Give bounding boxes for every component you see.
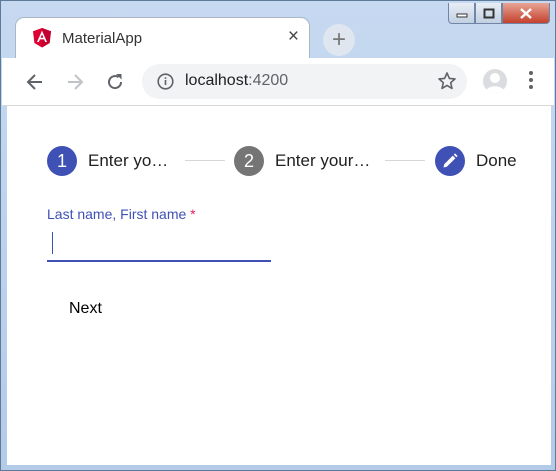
step-1-icon[interactable]: 1 bbox=[47, 146, 77, 176]
browser-window: MaterialApp × + localhost:4200 1 Enter y… bbox=[0, 0, 556, 471]
step-1-label[interactable]: Enter yo… bbox=[88, 151, 168, 171]
maximize-button[interactable] bbox=[475, 3, 502, 24]
tab-strip: MaterialApp × + bbox=[2, 2, 554, 59]
more-vert-icon[interactable] bbox=[528, 70, 534, 90]
profile-avatar[interactable] bbox=[483, 69, 507, 93]
step-2-icon[interactable]: 2 bbox=[234, 146, 264, 176]
text-caret bbox=[52, 232, 53, 254]
next-button[interactable]: Next bbox=[53, 291, 118, 327]
url-port: :4200 bbox=[248, 72, 289, 89]
arrow-left-icon bbox=[26, 74, 42, 90]
name-field-label: Last name, First name * bbox=[47, 206, 196, 222]
tab-close-icon[interactable]: × bbox=[288, 27, 299, 47]
window-controls bbox=[448, 3, 550, 25]
address-bar[interactable]: localhost:4200 bbox=[142, 64, 467, 99]
maximize-icon bbox=[483, 8, 494, 18]
close-icon bbox=[520, 7, 532, 19]
name-field-label-text: Last name, First name bbox=[47, 206, 187, 222]
star-icon[interactable] bbox=[437, 71, 457, 91]
browser-toolbar: localhost:4200 bbox=[2, 58, 554, 106]
new-tab-button[interactable]: + bbox=[323, 24, 355, 56]
arrow-right-icon bbox=[68, 74, 84, 90]
minimize-icon bbox=[456, 13, 467, 18]
reload-icon bbox=[108, 74, 123, 90]
url-text: localhost:4200 bbox=[185, 72, 288, 90]
horizontal-stepper: 1 Enter yo… 2 Enter your… Done bbox=[7, 144, 551, 178]
back-button[interactable] bbox=[23, 70, 47, 94]
required-marker: * bbox=[190, 206, 196, 222]
step-3-label[interactable]: Done bbox=[476, 151, 517, 171]
reload-button[interactable] bbox=[103, 70, 127, 94]
url-host: localhost bbox=[185, 72, 249, 89]
name-input[interactable] bbox=[47, 228, 271, 262]
step-connector bbox=[185, 160, 225, 161]
step-2-label[interactable]: Enter your… bbox=[275, 151, 370, 171]
step-3-edit-icon[interactable] bbox=[435, 146, 465, 176]
angular-logo-icon bbox=[33, 28, 51, 48]
pencil-icon bbox=[443, 153, 458, 168]
profile-icon bbox=[485, 73, 505, 93]
close-window-button[interactable] bbox=[502, 3, 550, 24]
minimize-button[interactable] bbox=[448, 3, 475, 24]
browser-tab[interactable]: MaterialApp × bbox=[16, 18, 309, 59]
page-content: 1 Enter yo… 2 Enter your… Done Last name… bbox=[7, 106, 551, 465]
step-connector bbox=[385, 160, 425, 161]
tab-title: MaterialApp bbox=[62, 30, 143, 47]
info-icon[interactable] bbox=[157, 73, 174, 90]
forward-button[interactable] bbox=[63, 70, 87, 94]
